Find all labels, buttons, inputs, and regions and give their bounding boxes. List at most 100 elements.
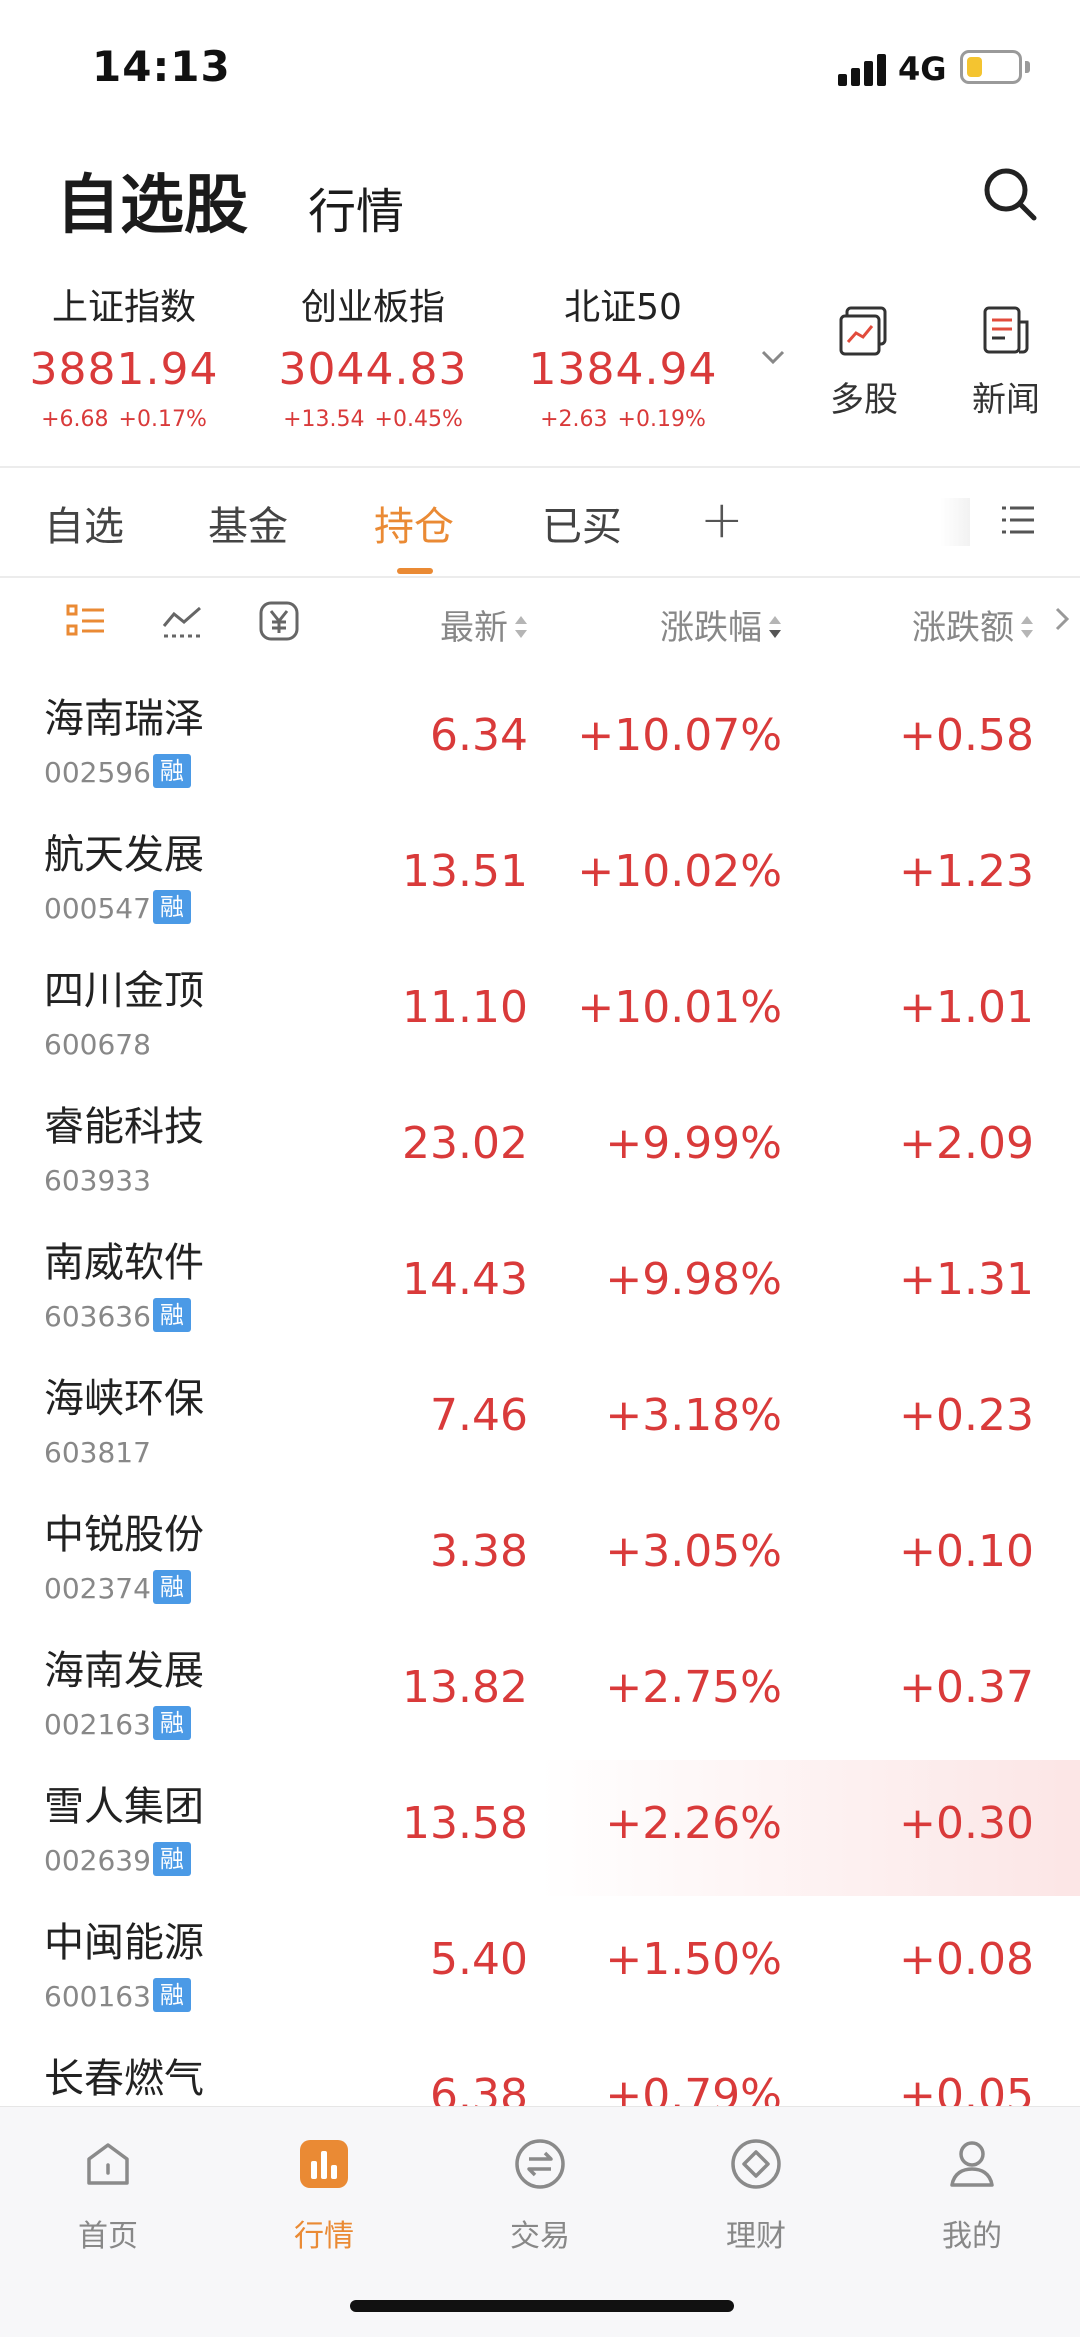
stock-name: 四川金顶: [44, 968, 204, 1014]
margin-badge: 融: [152, 1842, 191, 1876]
divider: [0, 576, 1080, 578]
stock-change-amount: +1.31: [899, 1254, 1034, 1305]
nav-label: 首页: [78, 2219, 138, 2254]
index-change-amount: +13.54: [283, 407, 365, 432]
nav-wealth[interactable]: 理财: [686, 2137, 826, 2255]
stock-code: 600163 融: [44, 1978, 191, 2015]
stock-change-amount: +0.37: [899, 1662, 1034, 1713]
add-tab-button[interactable]: +: [700, 490, 744, 550]
tab-funds[interactable]: 基金: [208, 494, 288, 552]
stock-code-text: 002163: [44, 1708, 151, 1741]
stock-row[interactable]: 海南发展 002163 融 13.82 +2.75% +0.37: [0, 1624, 1080, 1760]
stock-change-pct: +1.50%: [605, 1934, 782, 1985]
battery-icon: [960, 50, 1022, 84]
nav-market[interactable]: 行情: [254, 2137, 394, 2255]
search-icon: [984, 168, 1037, 221]
stock-row[interactable]: 长春燃气 6.38 +0.79% +0.05: [0, 2032, 1080, 2106]
trend-chart-icon: [162, 606, 202, 638]
list-view-button[interactable]: [66, 600, 108, 642]
index-change-pct: +0.19%: [617, 407, 706, 432]
tab-bought[interactable]: 已买: [542, 494, 622, 552]
stock-name: 雪人集团: [44, 1784, 204, 1830]
stock-change-pct: +2.75%: [605, 1662, 782, 1713]
stock-name: 海峡环保: [44, 1376, 204, 1422]
stock-row[interactable]: 雪人集团 002639 融 13.58 +2.26% +0.30: [0, 1760, 1080, 1896]
index-change: +13.54 +0.45%: [258, 407, 488, 432]
network-label: 4G: [898, 50, 947, 88]
nav-label: 我的: [942, 2219, 1002, 2254]
stock-row[interactable]: 航天发展 000547 融 13.51 +10.02% +1.23: [0, 808, 1080, 944]
stock-change-pct: +0.79%: [605, 2070, 782, 2106]
margin-badge: 融: [152, 754, 191, 788]
index-item-bse50[interactable]: 北证50 1384.94 +2.63 +0.19%: [508, 278, 738, 432]
stock-price: 13.82: [402, 1662, 528, 1713]
header: 自选股 行情: [0, 150, 1080, 260]
expand-indices-button[interactable]: [758, 342, 788, 372]
stock-price: 6.38: [430, 2070, 528, 2106]
search-button[interactable]: [976, 160, 1046, 230]
stock-code-text: 002639: [44, 1844, 151, 1877]
tab-watchlist[interactable]: 自选: [44, 494, 124, 552]
more-columns-button[interactable]: [1052, 604, 1072, 634]
news-button[interactable]: 新闻: [951, 304, 1061, 421]
stock-code-text: 600163: [44, 1980, 151, 2013]
sort-icon: [1021, 615, 1033, 638]
multi-stock-button[interactable]: 多股: [809, 304, 919, 421]
stock-price: 5.40: [430, 1934, 528, 1985]
stock-change-amount: +0.58: [899, 710, 1034, 761]
stock-row[interactable]: 南威软件 603636 融 14.43 +9.98% +1.31: [0, 1216, 1080, 1352]
stock-change-amount: +1.23: [899, 846, 1034, 897]
stock-code: 600678: [44, 1028, 151, 1061]
stock-name: 南威软件: [44, 1240, 204, 1286]
stock-change-amount: +0.23: [899, 1390, 1034, 1441]
stock-code-text: 002374: [44, 1572, 151, 1605]
col-latest-label: 最新: [440, 608, 508, 648]
stock-name: 中闽能源: [44, 1920, 204, 1966]
index-value: 3881.94: [29, 344, 219, 395]
chevron-down-icon: [761, 350, 785, 365]
stock-price: 3.38: [430, 1526, 528, 1577]
stock-code-text: 600678: [44, 1028, 151, 1061]
stock-change-pct: +10.01%: [577, 982, 782, 1033]
index-item-shanghai[interactable]: 上证指数 3881.94 +6.68 +0.17%: [9, 278, 239, 432]
stock-row[interactable]: 海南瑞泽 002596 融 6.34 +10.07% +0.58: [0, 672, 1080, 808]
stock-code-text: 000547: [44, 892, 151, 925]
stock-code-text: 603817: [44, 1436, 151, 1469]
stock-price: 11.10: [402, 982, 528, 1033]
battery-cap: [1025, 61, 1030, 73]
nav-profile[interactable]: 我的: [902, 2137, 1042, 2255]
index-item-chinext[interactable]: 创业板指 3044.83 +13.54 +0.45%: [258, 278, 488, 432]
stock-row[interactable]: 中闽能源 600163 融 5.40 +1.50% +0.08: [0, 1896, 1080, 2032]
multi-stock-label: 多股: [830, 380, 898, 420]
stock-name: 航天发展: [44, 832, 204, 878]
trend-view-button[interactable]: [162, 600, 204, 642]
nav-label: 行情: [294, 2219, 354, 2254]
nav-home[interactable]: 首页: [38, 2137, 178, 2255]
stock-change-pct: +10.07%: [577, 710, 782, 761]
stock-name: 海南瑞泽: [44, 696, 204, 742]
stock-code-text: 603933: [44, 1164, 151, 1197]
stock-row[interactable]: 中锐股份 002374 融 3.38 +3.05% +0.10: [0, 1488, 1080, 1624]
index-name: 创业板指: [300, 287, 445, 328]
stock-row[interactable]: 海峡环保 603817 7.46 +3.18% +0.23: [0, 1352, 1080, 1488]
nav-trade[interactable]: 交易: [470, 2137, 610, 2255]
stock-change-amount: +1.01: [899, 982, 1034, 1033]
column-header: 最新 涨跌幅 涨跌额: [0, 582, 1080, 662]
tab-menu-button[interactable]: [1000, 502, 1036, 538]
stock-code: 000547 融: [44, 890, 191, 927]
stock-row[interactable]: 睿能科技 603933 23.02 +9.99% +2.09: [0, 1080, 1080, 1216]
sort-latest-button[interactable]: 最新: [440, 600, 528, 649]
sort-change-amount-button[interactable]: 涨跌额: [912, 600, 1034, 649]
stock-code: 603817: [44, 1436, 151, 1469]
market-tab[interactable]: 行情: [308, 172, 404, 242]
stock-change-pct: +9.98%: [605, 1254, 782, 1305]
col-change-amount-label: 涨跌额: [912, 608, 1014, 648]
currency-view-button[interactable]: [258, 600, 300, 642]
sort-change-pct-button[interactable]: 涨跌幅: [660, 600, 782, 649]
stock-code: 603933: [44, 1164, 151, 1197]
signal-icon: [838, 52, 888, 86]
tab-holdings[interactable]: 持仓: [374, 494, 454, 552]
page-title[interactable]: 自选股: [56, 154, 248, 246]
stock-row[interactable]: 四川金顶 600678 11.10 +10.01% +1.01: [0, 944, 1080, 1080]
stock-code-text: 002596: [44, 756, 151, 789]
